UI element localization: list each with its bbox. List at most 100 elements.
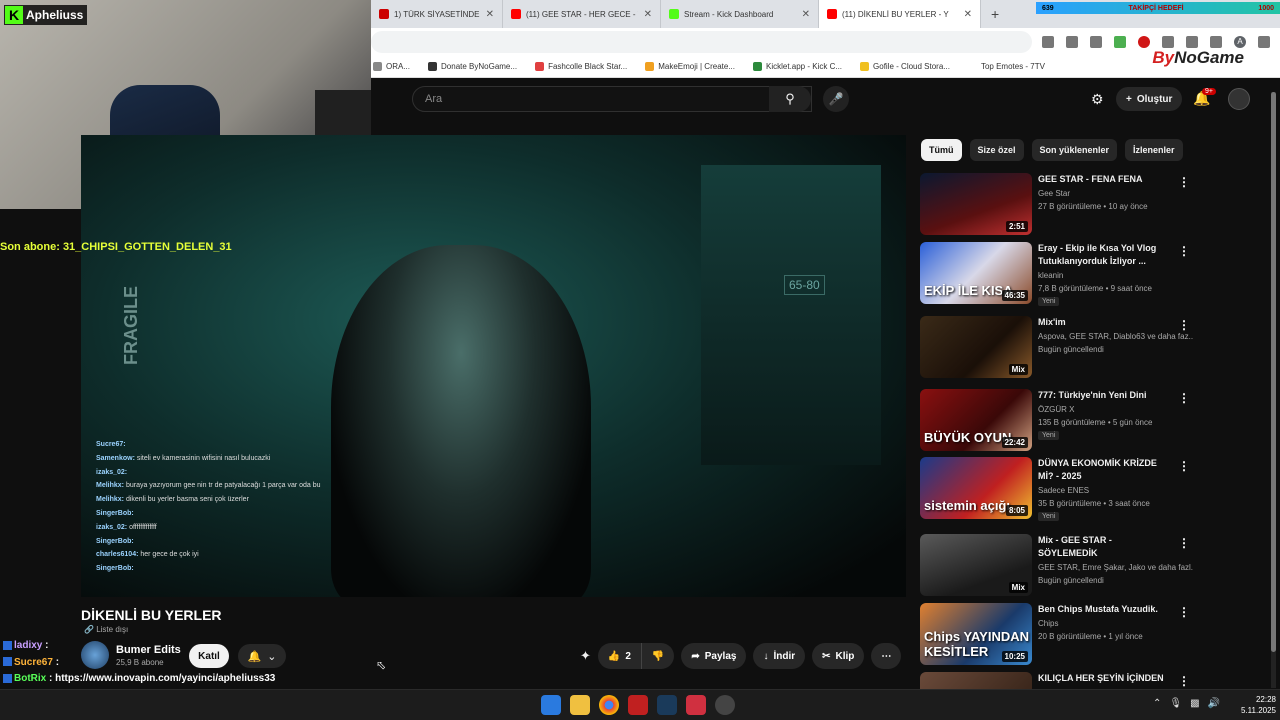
tab-close-icon[interactable]: ✕ xyxy=(802,9,810,20)
more-options-icon[interactable]: ⋮ xyxy=(1178,459,1190,473)
more-actions-button[interactable]: ⋯ xyxy=(871,643,902,669)
video-thumbnail[interactable]: Mix xyxy=(920,534,1032,596)
overlay-chat-text: : https://www.inovapin.com/yayinci/aphel… xyxy=(46,673,276,684)
video-thumbnail[interactable]: Chips YAYINDAN KESİTLER 10:25 xyxy=(920,603,1032,665)
recommended-video[interactable]: EKİP İLE KISA 46:35 Eray - Ekip ile Kısa Y… xyxy=(920,242,1200,306)
clip-button[interactable]: ✂ Klip xyxy=(812,643,865,669)
obs-icon[interactable] xyxy=(628,695,648,715)
account-avatar[interactable] xyxy=(1228,88,1250,110)
page-scrollbar[interactable] xyxy=(1271,92,1276,688)
channel-name[interactable]: Sadece ENES xyxy=(1038,485,1193,496)
install-app-icon[interactable] xyxy=(1042,36,1054,48)
create-button[interactable]: + Oluştur xyxy=(1116,87,1183,111)
tab-close-icon[interactable]: ✕ xyxy=(644,9,652,20)
video-title[interactable]: GEE STAR - FENA FENA xyxy=(1038,173,1173,186)
bookmark-item[interactable]: Donate ByNoGame... xyxy=(428,62,517,71)
windows-start-icon[interactable] xyxy=(541,695,561,715)
search-button[interactable]: ⚲ xyxy=(769,86,811,112)
app-icon[interactable] xyxy=(715,695,735,715)
more-options-icon[interactable]: ⋮ xyxy=(1178,391,1190,405)
more-options-icon[interactable]: ⋮ xyxy=(1178,674,1190,688)
recommended-video[interactable]: Mix Mix'im Aspova, GEE STAR, Diablo63 ve d… xyxy=(920,316,1200,380)
recommended-video[interactable]: BÜYÜK OYUN 22:42 777: Türkiye'nin Yeni Din… xyxy=(920,389,1200,453)
scrollbar-thumb[interactable] xyxy=(1271,92,1276,652)
tab-close-icon[interactable]: ✕ xyxy=(964,9,972,20)
bookmark-item[interactable]: Kicklet.app - Kick C... xyxy=(753,62,842,71)
video-thumbnail[interactable]: EKİP İLE KISA 46:35 xyxy=(920,242,1032,304)
video-title[interactable]: Eray - Ekip ile Kısa Yol Vlog Tutuklanıy… xyxy=(1038,242,1173,267)
volume-icon[interactable]: 🔊 xyxy=(1208,698,1220,709)
bookmark-label: Donate ByNoGame... xyxy=(441,62,518,71)
media-icon[interactable] xyxy=(1210,36,1222,48)
video-title[interactable]: DÜNYA EKONOMİK KRİZDE Mİ? - 2025 xyxy=(1038,457,1173,482)
recommended-video[interactable]: Mix Mix - GEE STAR - SÖYLEMEDİK GEE STAR, … xyxy=(920,534,1200,598)
url-field[interactable] xyxy=(371,31,1032,53)
cast-icon[interactable]: ⚙ xyxy=(1091,91,1104,108)
chat-message: Samenkow: siteli ev kamerasinin wifisini… xyxy=(96,452,326,466)
search-input[interactable]: Ara xyxy=(412,86,812,112)
menu-dots-icon[interactable] xyxy=(1258,36,1270,48)
overlay-chat-username: ladixy xyxy=(14,640,43,651)
new-tab-button[interactable]: + xyxy=(981,0,1009,28)
channel-name[interactable]: Gee Star xyxy=(1038,188,1193,199)
dislike-button[interactable]: 👎 xyxy=(641,643,675,669)
recommended-video[interactable]: sistemin açığı 8:05 DÜNYA EKONOMİK KRİZDE … xyxy=(920,457,1200,521)
puzzle-icon[interactable] xyxy=(1162,36,1174,48)
browser-tab[interactable]: Stream - Kick Dashboard ✕ xyxy=(661,0,819,28)
more-options-icon[interactable]: ⋮ xyxy=(1178,605,1190,619)
like-button[interactable]: 👍 2 xyxy=(597,643,642,669)
riot-icon[interactable] xyxy=(686,695,706,715)
network-icon[interactable]: ▩ xyxy=(1190,698,1199,709)
steam-icon[interactable] xyxy=(657,695,677,715)
bookmark-star-icon[interactable] xyxy=(1066,36,1078,48)
tab-close-icon[interactable]: ✕ xyxy=(486,9,494,20)
bookmark-item[interactable]: ORA... xyxy=(373,62,410,71)
more-options-icon[interactable]: ⋮ xyxy=(1178,318,1190,332)
sparkle-icon[interactable]: ✦ xyxy=(580,648,591,664)
recommended-video[interactable]: Chips YAYINDAN KESİTLER 10:25 Ben Chips Mu… xyxy=(920,603,1200,667)
browser-tab[interactable]: (11) DİKENLİ BU YERLER - Y ✕ xyxy=(819,0,981,28)
download-icon[interactable] xyxy=(1186,36,1198,48)
clock[interactable]: 22:28 5.11.2025 xyxy=(1232,694,1276,716)
share-button[interactable]: ➦ Paylaş xyxy=(681,643,747,669)
more-options-icon[interactable]: ⋮ xyxy=(1178,536,1190,550)
chrome-icon[interactable] xyxy=(599,695,619,715)
bookmark-item[interactable]: Top Emotes - 7TV xyxy=(967,62,1045,71)
filter-chip[interactable]: İzlenenler xyxy=(1125,139,1183,161)
download-button[interactable]: ↓ İndir xyxy=(753,643,806,669)
bookmark-item[interactable]: Fashcolle Black Star... xyxy=(535,62,627,71)
adblock-icon[interactable] xyxy=(1138,36,1150,48)
video-thumbnail[interactable]: 2:51 xyxy=(920,173,1032,235)
video-thumbnail[interactable]: Mix xyxy=(920,316,1032,378)
file-explorer-icon[interactable] xyxy=(570,695,590,715)
chevron-up-icon[interactable]: ⌃ xyxy=(1153,698,1161,709)
more-options-icon[interactable]: ⋮ xyxy=(1178,175,1190,189)
profile-avatar[interactable]: A xyxy=(1234,36,1246,48)
filter-chip[interactable]: Size özel xyxy=(969,139,1024,161)
filter-chip[interactable]: Tümü xyxy=(921,139,962,161)
bookmark-item[interactable]: Gofile - Cloud Stora... xyxy=(860,62,950,71)
voice-search-button[interactable]: 🎤 xyxy=(823,86,849,112)
extension-icon[interactable] xyxy=(1114,36,1126,48)
recommended-video[interactable]: 2:51 GEE STAR - FENA FENA Gee Star 27 B gör… xyxy=(920,173,1200,237)
bookmark-item[interactable]: MakeEmoji | Create... xyxy=(645,62,735,71)
video-thumbnail[interactable]: sistemin açığı 8:05 xyxy=(920,457,1032,519)
video-thumbnail[interactable]: BÜYÜK OYUN 22:42 xyxy=(920,389,1032,451)
mouse-cursor-icon: ⬁ xyxy=(376,658,387,672)
shield-icon[interactable] xyxy=(1090,36,1102,48)
video-title[interactable]: Mix - GEE STAR - SÖYLEMEDİK xyxy=(1038,534,1173,559)
video-title[interactable]: Mix'im xyxy=(1038,316,1173,329)
browser-tab[interactable]: 1) TÜRK SİYASETİNDE BÜYÜK ✕ xyxy=(371,0,503,28)
channel-name[interactable]: GEE STAR, Emre Şakar, Jako ve daha fazl.… xyxy=(1038,562,1193,573)
filter-chip[interactable]: Son yüklenenler xyxy=(1031,139,1118,161)
more-options-icon[interactable]: ⋮ xyxy=(1178,244,1190,258)
browser-tab[interactable]: (11) GEE STAR - HER GECE - Yo ✕ xyxy=(503,0,661,28)
mic-tray-icon[interactable]: 🎙 xyxy=(1169,698,1182,709)
video-title[interactable]: Ben Chips Mustafa Yuzudik. xyxy=(1038,603,1173,616)
channel-name[interactable]: ÖZGÜR X xyxy=(1038,404,1193,415)
channel-name[interactable]: Aspova, GEE STAR, Diablo63 ve daha faz..… xyxy=(1038,331,1193,342)
video-title[interactable]: KILIÇLA HER ŞEYİN İÇİNDEN xyxy=(1038,672,1173,685)
video-title[interactable]: 777: Türkiye'nin Yeni Dini xyxy=(1038,389,1173,402)
channel-name[interactable]: Chips xyxy=(1038,618,1193,629)
channel-name[interactable]: kleanin xyxy=(1038,270,1193,281)
